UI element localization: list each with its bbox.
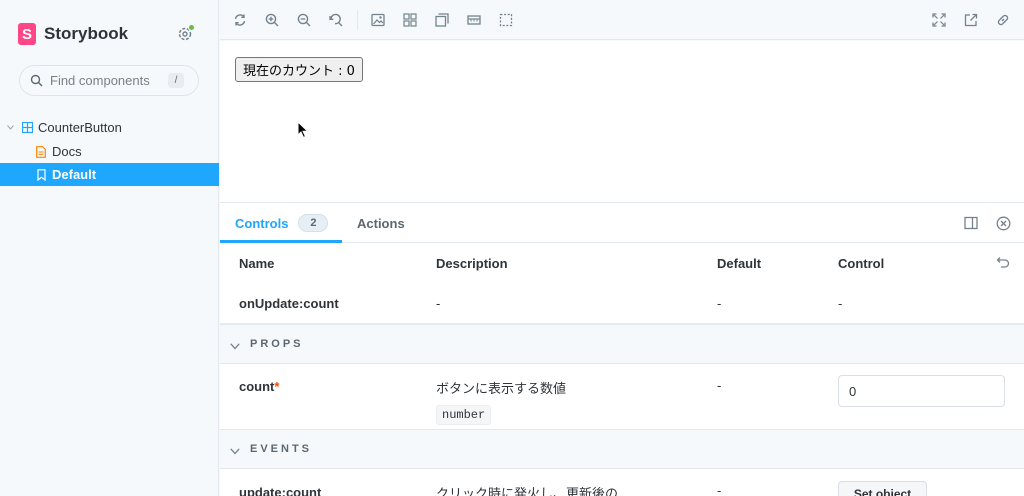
arg-description: クリック時に発火し、更新後の xyxy=(436,487,619,496)
component-icon xyxy=(20,121,34,135)
zoom-out-icon[interactable] xyxy=(295,11,313,29)
zoom-in-icon[interactable] xyxy=(263,11,281,29)
settings-gear-icon[interactable] xyxy=(176,24,195,43)
tree-item-label: Docs xyxy=(52,144,82,159)
arg-name: onUpdate:count xyxy=(239,296,339,311)
search-input[interactable] xyxy=(50,73,170,88)
brand[interactable]: S Storybook xyxy=(18,23,128,45)
addon-panel: Controls 2 Actions Name Description Defa… xyxy=(220,202,1024,496)
active-tab-indicator xyxy=(220,240,342,243)
table-row: onUpdate:count - - - xyxy=(220,283,1024,324)
column-control: Control xyxy=(838,256,885,271)
preview-toolbar xyxy=(220,0,1024,40)
tree-item-counterbutton[interactable]: CounterButton xyxy=(0,116,219,139)
toolbar-divider xyxy=(357,10,358,30)
section-label: PROPS xyxy=(250,338,304,350)
tree-item-default[interactable]: Default xyxy=(0,163,219,186)
column-default: Default xyxy=(717,256,762,271)
mouse-cursor-icon xyxy=(297,120,309,142)
grid-icon[interactable] xyxy=(401,11,419,29)
copy-link-icon[interactable] xyxy=(994,11,1012,29)
description-text: ボタンに表示する数値 xyxy=(436,382,567,397)
tab-label: Controls xyxy=(235,215,289,231)
search-box[interactable]: / xyxy=(19,65,199,96)
tree-item-label: Default xyxy=(52,167,97,182)
arg-control: - xyxy=(838,296,843,311)
section-props[interactable]: PROPS xyxy=(220,324,1024,364)
count-number-input[interactable] xyxy=(838,375,1005,407)
counter-button[interactable]: 現在のカウント : 0 xyxy=(235,57,363,82)
tab-actions[interactable]: Actions xyxy=(357,203,405,243)
arg-description: ボタンに表示する数値 number xyxy=(436,378,566,425)
storybook-logo-icon: S xyxy=(18,23,36,45)
reload-icon[interactable] xyxy=(231,11,249,29)
chevron-down-icon xyxy=(6,121,14,135)
tab-label: Actions xyxy=(357,215,405,231)
panel-tabs: Controls 2 Actions xyxy=(220,203,1024,243)
sidebar: S Storybook / CounterButton Docs Default xyxy=(0,0,219,496)
chevron-down-icon xyxy=(230,443,240,458)
ruler-icon[interactable] xyxy=(465,11,483,29)
tree-item-docs[interactable]: Docs xyxy=(0,140,219,163)
search-shortcut: / xyxy=(168,73,184,88)
tab-controls[interactable]: Controls 2 xyxy=(235,203,329,243)
section-events[interactable]: EVENTS xyxy=(220,429,1024,469)
panel-orientation-icon[interactable] xyxy=(962,214,980,232)
background-icon[interactable] xyxy=(369,11,387,29)
args-table-header: Name Description Default Control xyxy=(220,244,1024,282)
column-description: Description xyxy=(436,256,508,271)
viewport-icon[interactable] xyxy=(433,11,451,29)
arg-name: count* xyxy=(239,379,280,394)
controls-count-badge: 2 xyxy=(298,214,329,232)
required-indicator: * xyxy=(274,379,280,394)
arg-name: update:count xyxy=(239,485,322,496)
column-name: Name xyxy=(239,256,275,271)
story-canvas: 現在のカウント : 0 xyxy=(220,41,1024,202)
arg-description: - xyxy=(436,296,441,311)
open-new-tab-icon[interactable] xyxy=(962,11,980,29)
zoom-reset-icon[interactable] xyxy=(327,11,345,29)
document-icon xyxy=(34,145,48,159)
reset-controls-icon[interactable] xyxy=(996,256,1010,272)
type-tag: number xyxy=(436,405,492,425)
tree-item-label: CounterButton xyxy=(38,120,122,135)
status-dot xyxy=(188,24,195,31)
search-icon xyxy=(30,74,43,87)
outline-icon[interactable] xyxy=(497,11,515,29)
arg-default: - xyxy=(717,296,722,311)
set-object-button[interactable]: Set object xyxy=(838,481,927,496)
chevron-down-icon xyxy=(230,338,240,353)
fullscreen-icon[interactable] xyxy=(930,11,948,29)
bookmark-icon xyxy=(34,168,48,182)
section-label: EVENTS xyxy=(250,443,313,455)
arg-default: - xyxy=(717,483,722,496)
arg-default: - xyxy=(717,378,722,393)
brand-name: Storybook xyxy=(44,24,129,43)
close-panel-icon[interactable] xyxy=(994,214,1012,232)
